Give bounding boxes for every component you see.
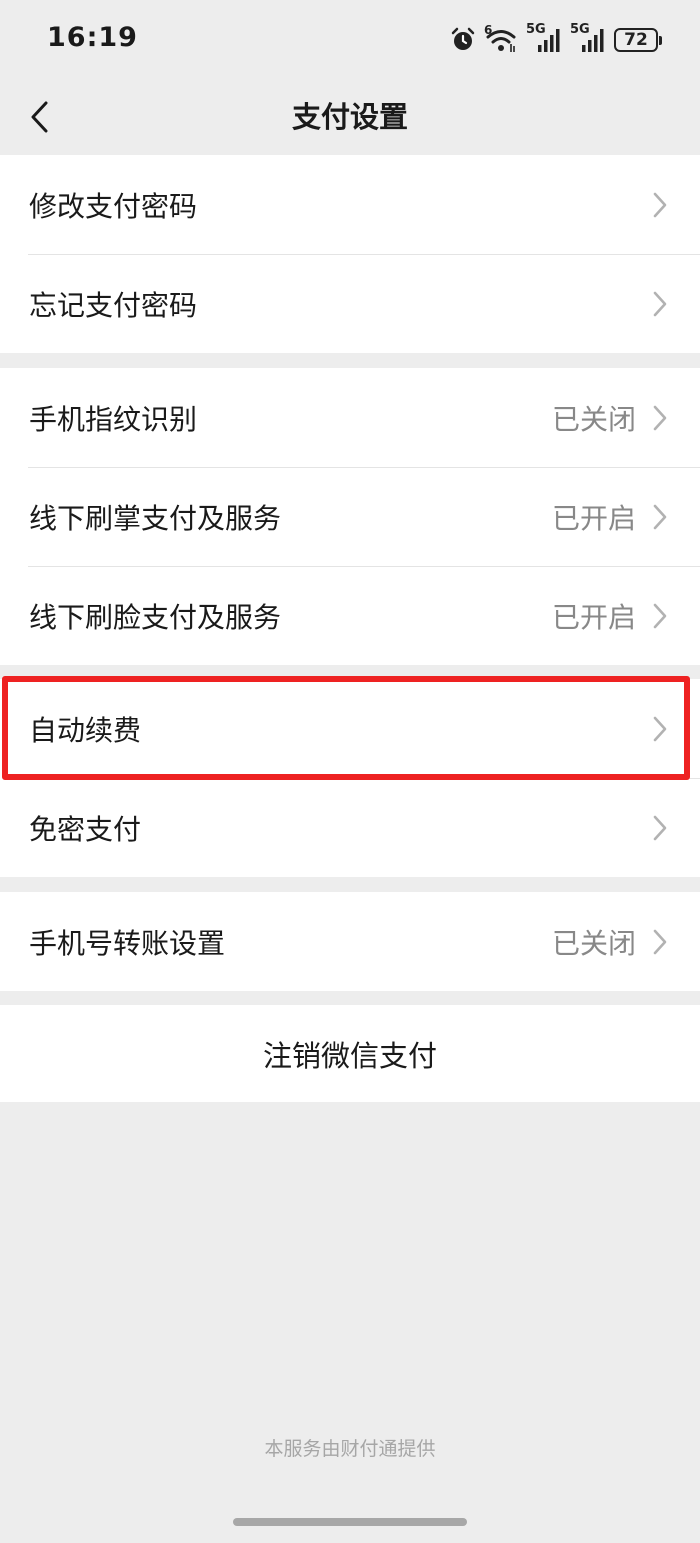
chevron-right-icon <box>653 603 667 628</box>
chevron-right-icon <box>653 716 667 741</box>
home-indicator[interactable] <box>233 1518 467 1526</box>
wifi-icon: 6 <box>484 23 518 54</box>
chevron-right-icon <box>653 929 667 954</box>
alarm-icon <box>451 27 475 50</box>
settings-row-auto-renewal[interactable]: 自动续费 <box>0 679 700 778</box>
status-time: 16:19 <box>47 22 138 53</box>
chevron-right-icon <box>653 192 667 217</box>
nav-bar: 支付设置 <box>0 80 700 154</box>
settings-row-face-pay[interactable]: 线下刷脸支付及服务 已开启 <box>0 566 700 665</box>
chevron-right-icon <box>653 815 667 840</box>
cancel-label: 注销微信支付 <box>262 1038 437 1073</box>
status-bar: 16:19 6 5G 5G 72 <box>0 0 700 80</box>
row-status-value: 已关闭 <box>551 926 636 960</box>
row-label: 修改支付密码 <box>29 189 198 223</box>
row-label: 线下刷脸支付及服务 <box>29 600 282 634</box>
battery-level: 72 <box>624 30 648 50</box>
chevron-right-icon <box>653 291 667 316</box>
chevron-right-icon <box>653 504 667 529</box>
row-label: 免密支付 <box>29 812 142 846</box>
footer-provider-text: 本服务由财付通提供 <box>264 1438 436 1460</box>
status-icons: 6 5G 5G 72 <box>450 22 662 56</box>
settings-group-biometric: 手机指纹识别 已关闭 线下刷掌支付及服务 已开启 线下刷脸支付及服务 已开启 <box>0 368 700 665</box>
row-status-value: 已开启 <box>551 501 636 535</box>
row-label: 手机号转账设置 <box>29 926 226 960</box>
cancel-wechat-pay-button[interactable]: 注销微信支付 <box>0 1005 700 1102</box>
signal-icon: 5G <box>570 22 606 54</box>
row-label: 忘记支付密码 <box>29 288 198 322</box>
signal-icon: 5G <box>526 22 562 54</box>
settings-group-deduction: 自动续费 免密支付 <box>0 679 700 877</box>
row-label: 手机指纹识别 <box>29 402 198 436</box>
chevron-right-icon <box>653 405 667 430</box>
settings-row-forgot-password[interactable]: 忘记支付密码 <box>0 254 700 353</box>
row-status-value: 已关闭 <box>551 402 636 436</box>
page-title: 支付设置 <box>291 100 408 134</box>
settings-group-password: 修改支付密码 忘记支付密码 <box>0 155 700 353</box>
row-label: 线下刷掌支付及服务 <box>29 501 282 535</box>
settings-row-phone-transfer[interactable]: 手机号转账设置 已关闭 <box>0 892 700 991</box>
settings-row-change-password[interactable]: 修改支付密码 <box>0 155 700 254</box>
settings-group-transfer: 手机号转账设置 已关闭 <box>0 892 700 991</box>
settings-row-palm-pay[interactable]: 线下刷掌支付及服务 已开启 <box>0 467 700 566</box>
settings-row-fingerprint[interactable]: 手机指纹识别 已关闭 <box>0 368 700 467</box>
settings-row-password-free-pay[interactable]: 免密支付 <box>0 778 700 877</box>
row-label: 自动续费 <box>29 713 142 747</box>
row-status-value: 已开启 <box>551 600 636 634</box>
battery-icon: 72 <box>614 28 662 52</box>
